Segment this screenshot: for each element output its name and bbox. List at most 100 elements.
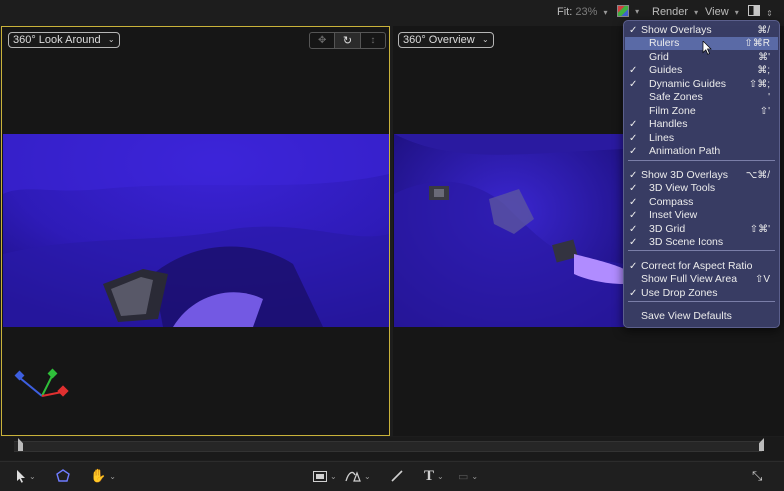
menu-item-label: Compass <box>649 196 694 208</box>
view-menu[interactable]: View ▾ <box>705 6 739 18</box>
camera-popup-left[interactable]: 360° Look Around ⌄ <box>8 32 120 48</box>
render-menu-label: Render <box>652 6 689 18</box>
menu-item-3d-scene-icons[interactable]: ✓ 3D Scene Icons <box>625 236 778 249</box>
menu-item-shortcut: ⌘' <box>758 52 770 63</box>
camera-popup-label: 360° Look Around <box>13 34 101 46</box>
note-tool-button[interactable]: ▭ ⌄ <box>458 467 478 485</box>
paint-stroke-icon <box>391 470 403 482</box>
checkmark-icon: ✓ <box>629 183 638 194</box>
checkmark-icon: ✓ <box>629 288 638 299</box>
view-dropdown-menu: ✓ Show Overlays ⌘/Rulers ⇧⌘R Grid ⌘' ✓ Guides ⌘;… <box>623 20 780 328</box>
checkmark-icon: ✓ <box>629 197 638 208</box>
pan-icon[interactable]: ✥ <box>310 33 334 48</box>
camera-popup-right[interactable]: 360° Overview ⌄ <box>398 32 494 48</box>
compass-icon[interactable] <box>12 366 74 404</box>
scene-render-left <box>3 134 389 327</box>
play-range-bar[interactable] <box>14 441 762 452</box>
menu-item-shortcut: ⌘; <box>757 65 770 76</box>
chevron-down-icon: ▾ <box>734 8 739 17</box>
expand-view-button[interactable]: ⤡ <box>752 467 762 485</box>
menu-separator <box>628 250 775 251</box>
mask-tool-button[interactable]: ⌄ <box>313 467 337 485</box>
menu-separator <box>628 160 775 161</box>
menu-item-shortcut: ⇧⌘R <box>744 38 770 49</box>
menu-item-shortcut: ⇧' <box>759 106 770 117</box>
chevron-down-icon: ⌄ <box>109 471 116 481</box>
note-icon: ▭ <box>458 470 469 483</box>
menu-item-shortcut: ⇧⌘; <box>748 79 770 90</box>
menu-item-dynamic-guides[interactable]: ✓ Dynamic Guides ⇧⌘; <box>625 78 778 91</box>
menu-item-label: Grid <box>649 51 669 63</box>
up-down-icon: ⇕ <box>766 9 773 18</box>
menu-item-animation-path[interactable]: ✓ Animation Path <box>625 145 778 158</box>
menu-item-label: 3D View Tools <box>649 182 716 194</box>
menu-item-show-overlays[interactable]: ✓ Show Overlays ⌘/ <box>625 24 778 37</box>
menu-item-handles[interactable]: ✓ Handles <box>625 118 778 131</box>
3d-transform-tool-button[interactable] <box>56 467 70 485</box>
menu-item-label: Use Drop Zones <box>641 287 718 299</box>
checkmark-icon: ✓ <box>629 25 638 36</box>
chevron-down-icon: ▾ <box>635 7 640 16</box>
menu-item-show-3d-overlays[interactable]: ✓ Show 3D Overlays ⌥⌘/ <box>625 169 778 182</box>
fit-zoom-control[interactable]: Fit: 23% ▾ <box>557 6 607 18</box>
menu-item-label: Animation Path <box>649 145 721 157</box>
ice-cave-overview-image <box>394 134 624 327</box>
chevron-down-icon: ⌄ <box>107 35 115 44</box>
menu-item-label: Show Overlays <box>641 24 712 36</box>
menu-item-label: Dynamic Guides <box>649 78 727 90</box>
chevron-down-icon: ⌄ <box>481 35 489 44</box>
menu-item-shortcut: ⇧⌘' <box>749 224 770 235</box>
menu-item-label: Safe Zones <box>649 91 703 103</box>
3d-transform-icon <box>56 469 70 482</box>
menu-item-compass[interactable]: ✓ Compass <box>625 196 778 209</box>
checkmark-icon: ✓ <box>629 261 638 272</box>
chevron-down-icon: ⌄ <box>471 471 479 481</box>
chevron-down-icon: ⌄ <box>29 471 36 481</box>
select-tool-button[interactable]: ⌄ <box>16 467 36 485</box>
checkmark-icon: ✓ <box>629 224 638 235</box>
menu-item-label: Rulers <box>649 37 680 49</box>
menu-item-label: 3D Scene Icons <box>649 236 724 248</box>
menu-item-guides[interactable]: ✓ Guides ⌘; <box>625 64 778 77</box>
menu-item-shortcut: ⌘/ <box>757 25 770 36</box>
chevron-down-icon: ⌄ <box>437 471 444 481</box>
menu-item-use-drop-zones[interactable]: ✓ Use Drop Zones <box>625 287 778 300</box>
camera-popup-label: 360° Overview <box>403 34 475 46</box>
render-menu[interactable]: Render ▾ <box>652 6 698 18</box>
menu-item-label: Film Zone <box>649 105 696 117</box>
3d-view-tools: ✥ ↻ ↕ <box>309 32 386 49</box>
menu-item-label: Show 3D Overlays <box>641 169 728 181</box>
checkmark-icon: ✓ <box>629 119 638 130</box>
orbit-icon[interactable]: ↻ <box>334 33 361 48</box>
menu-item-3d-view-tools[interactable]: ✓ 3D View Tools <box>625 182 778 195</box>
menu-item-lines[interactable]: ✓ Lines <box>625 132 778 145</box>
menu-item-correct-for-aspect-ratio[interactable]: ✓ Correct for Aspect Ratio <box>625 260 778 273</box>
expand-arrows-icon: ⤡ <box>752 468 763 483</box>
menu-item-label: 3D Grid <box>649 223 686 235</box>
text-tool-button[interactable]: T ⌄ <box>424 467 444 485</box>
menu-item-safe-zones[interactable]: Safe Zones ' <box>625 91 778 104</box>
menu-item-label: Save View Defaults <box>641 310 732 322</box>
color-channels-button[interactable]: ▾ <box>617 5 640 18</box>
bezier-tool-button[interactable]: ⌄ <box>345 467 371 485</box>
menu-item-save-view-defaults[interactable]: Save View Defaults <box>625 310 778 323</box>
view-menu-label: View <box>705 6 729 18</box>
menu-item-show-full-view-area[interactable]: Show Full View Area ⇧V <box>625 273 778 286</box>
dolly-icon[interactable]: ↕ <box>361 33 385 48</box>
menu-separator <box>628 301 775 302</box>
color-channels-icon <box>617 5 629 18</box>
paint-stroke-tool-button[interactable] <box>390 467 404 485</box>
checkmark-icon: ✓ <box>629 146 638 157</box>
chevron-down-icon: ⌄ <box>330 471 337 481</box>
chevron-down-icon: ▾ <box>694 8 699 17</box>
pan-tool-button[interactable]: ✋ ⌄ <box>90 467 116 485</box>
menu-item-3d-grid[interactable]: ✓ 3D Grid ⇧⌘' <box>625 223 778 236</box>
menu-item-inset-view[interactable]: ✓ Inset View <box>625 209 778 222</box>
checkmark-icon: ✓ <box>629 170 638 181</box>
menu-item-shortcut: ' <box>768 92 770 103</box>
checkmark-icon: ✓ <box>629 65 638 76</box>
menu-item-shortcut: ⌥⌘/ <box>745 170 770 181</box>
menu-item-film-zone[interactable]: Film Zone ⇧' <box>625 105 778 118</box>
layout-button[interactable]: ⇕ <box>748 5 773 19</box>
checkmark-icon: ✓ <box>629 237 638 248</box>
